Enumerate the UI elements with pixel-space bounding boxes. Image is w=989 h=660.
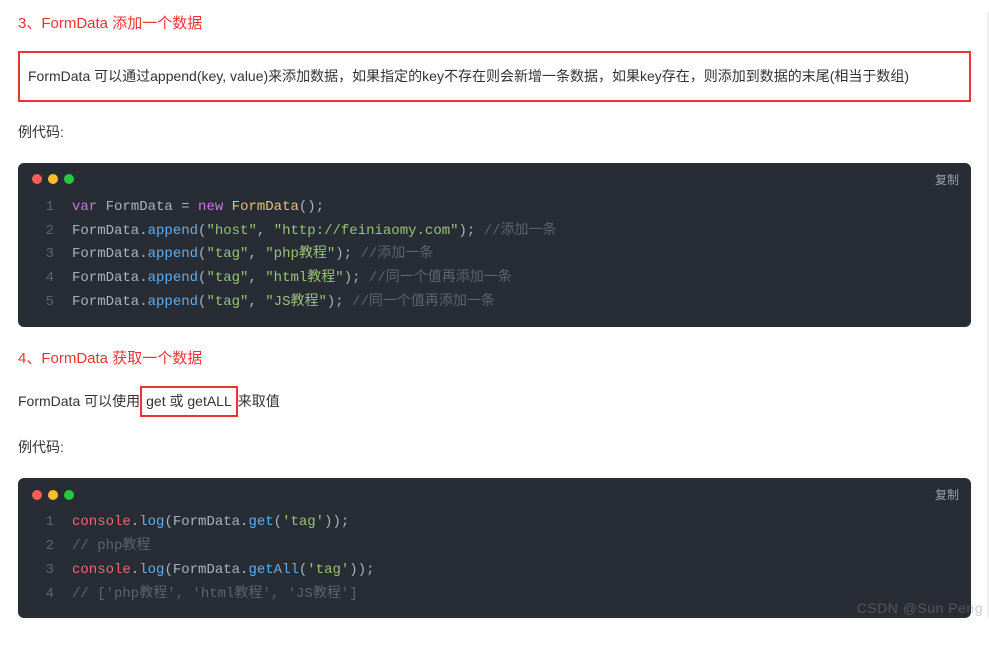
token-text: , <box>257 223 274 239</box>
line-number: 3 <box>32 243 54 267</box>
token-text: ); <box>344 270 369 286</box>
code-line: 1 console.log(FormData.get('tag')); <box>18 511 971 535</box>
line-number: 4 <box>32 583 54 607</box>
token-string: 'tag' <box>307 562 349 578</box>
token-comment: // php教程 <box>72 538 150 554</box>
code-line: 4 // ['php教程', 'html教程', 'JS教程'] <box>18 583 971 607</box>
token-text: . <box>131 562 139 578</box>
code-line: 3 FormData.append("tag", "php教程"); //添加一… <box>18 243 971 267</box>
token-text: )); <box>349 562 374 578</box>
token-text: (); <box>299 199 324 215</box>
code-header: 复制 <box>18 478 971 507</box>
code-body-1[interactable]: 1 var FormData = new FormData(); 2 FormD… <box>18 192 971 327</box>
code-header: 复制 <box>18 163 971 192</box>
token-function: append <box>148 246 198 262</box>
copy-button[interactable]: 复制 <box>935 171 959 188</box>
section-4-description: FormData 可以使用 get 或 getALL 来取值 <box>18 386 971 417</box>
inline-highlight-box: get 或 getALL <box>140 386 238 417</box>
section-4-heading: 4、FormData 获取一个数据 <box>18 347 971 368</box>
token-object: console <box>72 514 131 530</box>
code-line: 4 FormData.append("tag", "html教程"); //同一… <box>18 267 971 291</box>
token-comment: //同一个值再添加一条 <box>369 270 512 286</box>
token-text: , <box>248 246 265 262</box>
dot-green-icon <box>64 174 74 184</box>
token-string: "http://feiniaomy.com" <box>274 223 459 239</box>
token-function: log <box>139 514 164 530</box>
token-function: append <box>148 270 198 286</box>
token-class: FormData <box>232 199 299 215</box>
code-line: 1 var FormData = new FormData(); <box>18 196 971 220</box>
token-text: (FormData. <box>164 514 248 530</box>
token-function: getAll <box>248 562 298 578</box>
token-string: "php教程" <box>265 246 335 262</box>
dot-yellow-icon <box>48 490 58 500</box>
token-text: ); <box>459 223 484 239</box>
token-function: append <box>148 223 198 239</box>
copy-button[interactable]: 复制 <box>935 486 959 503</box>
line-number: 1 <box>32 196 54 220</box>
line-number: 5 <box>32 291 54 315</box>
token-keyword: new <box>198 199 223 215</box>
dot-red-icon <box>32 490 42 500</box>
line-number: 1 <box>32 511 54 535</box>
code-body-2[interactable]: 1 console.log(FormData.get('tag')); 2 //… <box>18 507 971 618</box>
token-string: "tag" <box>206 294 248 310</box>
token-text: FormData. <box>72 294 148 310</box>
token-string: "tag" <box>206 270 248 286</box>
token-text: FormData. <box>72 223 148 239</box>
code-block-2: 复制 1 console.log(FormData.get('tag')); 2… <box>18 478 971 618</box>
token-text: , <box>248 294 265 310</box>
code-line: 2 FormData.append("host", "http://feinia… <box>18 220 971 244</box>
token-comment: //添加一条 <box>361 246 434 262</box>
token-object: console <box>72 562 131 578</box>
line-number: 3 <box>32 559 54 583</box>
example-label-1: 例代码: <box>18 120 971 145</box>
code-block-1: 复制 1 var FormData = new FormData(); 2 Fo… <box>18 163 971 327</box>
token-text: )); <box>324 514 349 530</box>
line-number: 2 <box>32 220 54 244</box>
dot-green-icon <box>64 490 74 500</box>
window-dots <box>32 490 74 500</box>
token-string: "tag" <box>206 246 248 262</box>
token-text: FormData = <box>97 199 198 215</box>
line-number: 4 <box>32 267 54 291</box>
token-comment: //同一个值再添加一条 <box>352 294 495 310</box>
para-text-before: FormData 可以使用 <box>18 393 140 409</box>
token-string: "html教程" <box>265 270 343 286</box>
dot-red-icon <box>32 174 42 184</box>
code-line: 3 console.log(FormData.getAll('tag')); <box>18 559 971 583</box>
token-string: "JS教程" <box>265 294 327 310</box>
token-function: append <box>148 294 198 310</box>
token-keyword: var <box>72 199 97 215</box>
token-text: (FormData. <box>164 562 248 578</box>
token-string: "host" <box>206 223 256 239</box>
token-text: ); <box>335 246 360 262</box>
para-text-after: 来取值 <box>238 393 280 409</box>
section-3-heading: 3、FormData 添加一个数据 <box>18 12 971 33</box>
dot-yellow-icon <box>48 174 58 184</box>
token-text: FormData. <box>72 246 148 262</box>
token-text: . <box>131 514 139 530</box>
token-comment: //添加一条 <box>484 223 557 239</box>
token-text: FormData. <box>72 270 148 286</box>
token-comment: // ['php教程', 'html教程', 'JS教程'] <box>72 586 358 602</box>
token-string: 'tag' <box>282 514 324 530</box>
token-text: ( <box>274 514 282 530</box>
code-line: 5 FormData.append("tag", "JS教程"); //同一个值… <box>18 291 971 315</box>
token-text <box>223 199 231 215</box>
section-3-description-box: FormData 可以通过append(key, value)来添加数据，如果指… <box>18 51 971 102</box>
token-text: ); <box>327 294 352 310</box>
token-function: log <box>139 562 164 578</box>
window-dots <box>32 174 74 184</box>
token-function: get <box>248 514 273 530</box>
line-number: 2 <box>32 535 54 559</box>
token-text: , <box>248 270 265 286</box>
example-label-2: 例代码: <box>18 435 971 460</box>
code-line: 2 // php教程 <box>18 535 971 559</box>
